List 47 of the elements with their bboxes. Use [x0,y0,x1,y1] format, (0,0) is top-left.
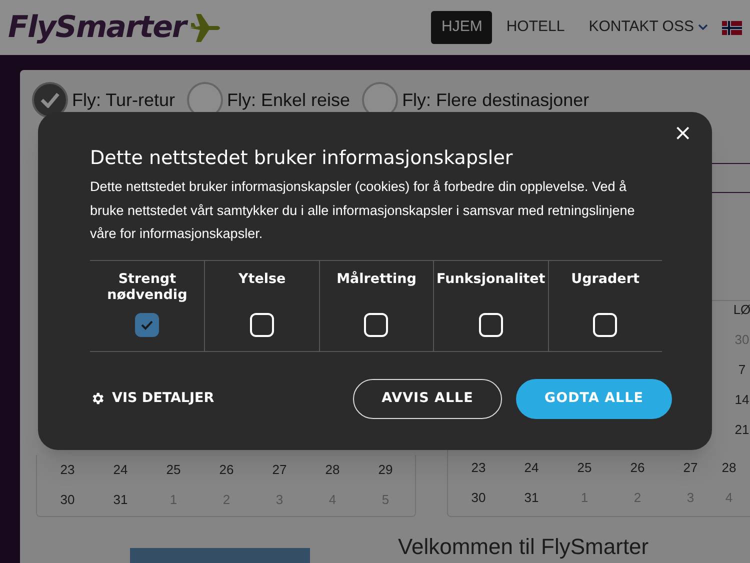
checkbox[interactable] [364,312,388,336]
calendar-day[interactable]: 27 [664,453,717,483]
category-label: Ugradert [570,270,640,288]
flag-icon[interactable] [722,20,742,34]
caret-icon [698,24,708,31]
check-icon [40,92,60,108]
calendar-day[interactable]: 31 [94,485,147,515]
calendar-day[interactable]: 31 [505,483,558,513]
nav-link[interactable]: HJEM [431,11,492,44]
calendar-day[interactable]: 25 [558,453,611,483]
calendar-day[interactable]: 14 [730,385,750,415]
check-icon [141,320,154,330]
calendar-day[interactable]: 21 [730,415,750,445]
close-button[interactable]: × [674,122,692,146]
logo-text[interactable]: FlySmarter [8,5,186,50]
reject-all-button[interactable]: AVVIS ALLE [353,378,502,418]
category-label: Målretting [336,270,418,288]
calendar-day[interactable]: 23 [41,455,94,485]
nav-link[interactable]: KONTAKT OSS [578,11,718,44]
calendar-day[interactable]: 26 [200,455,253,485]
calendar-day[interactable]: 26 [611,453,664,483]
calendar-day[interactable]: 29 [359,455,412,485]
nav-link[interactable]: HOTELL [496,11,575,44]
checkbox[interactable] [593,312,618,336]
checkbox[interactable] [135,312,160,336]
category-label: Ytelse [237,270,287,288]
show-details-link[interactable]: VIS DETALJER [90,388,214,409]
calendar-day[interactable]: 28 [717,453,741,483]
calendar-day[interactable]: 24 [505,453,558,483]
category-label: Strengt nødvendig [106,270,188,304]
settings-icon [90,391,105,406]
calendar-day[interactable]: 25 [147,455,200,485]
dialog-title: Dette nettstedet bruker informasjonskapsler [90,146,514,171]
calendar-day[interactable]: 30 [452,483,505,513]
checkbox[interactable] [250,312,274,336]
calendar-day[interactable]: 24 [94,455,147,485]
calendar-day[interactable]: 27 [253,455,306,485]
checkbox[interactable] [478,312,503,336]
welcome-heading: Velkommen til FlySmarter [398,534,649,560]
calendar-day[interactable]: 23 [452,453,505,483]
dialog-text: Dette nettstedet bruker informasjonskapsler (cookies) for å forbedre din opplevelse. Ved å bruke nettstedet vårt samtykker du i alle informasjonskapsler i samsvar med retningslinjene våre for informasjonskapsler. [90,178,636,243]
category-label: Funksjonalitet [436,270,546,288]
calendar-day[interactable]: 7 [730,355,750,385]
calendar-day[interactable]: 28 [306,455,359,485]
calendar-day[interactable]: LØ [730,295,750,325]
calendar-day[interactable]: 30 [41,485,94,515]
accept-all-button[interactable]: GODTA ALLE [516,378,672,418]
